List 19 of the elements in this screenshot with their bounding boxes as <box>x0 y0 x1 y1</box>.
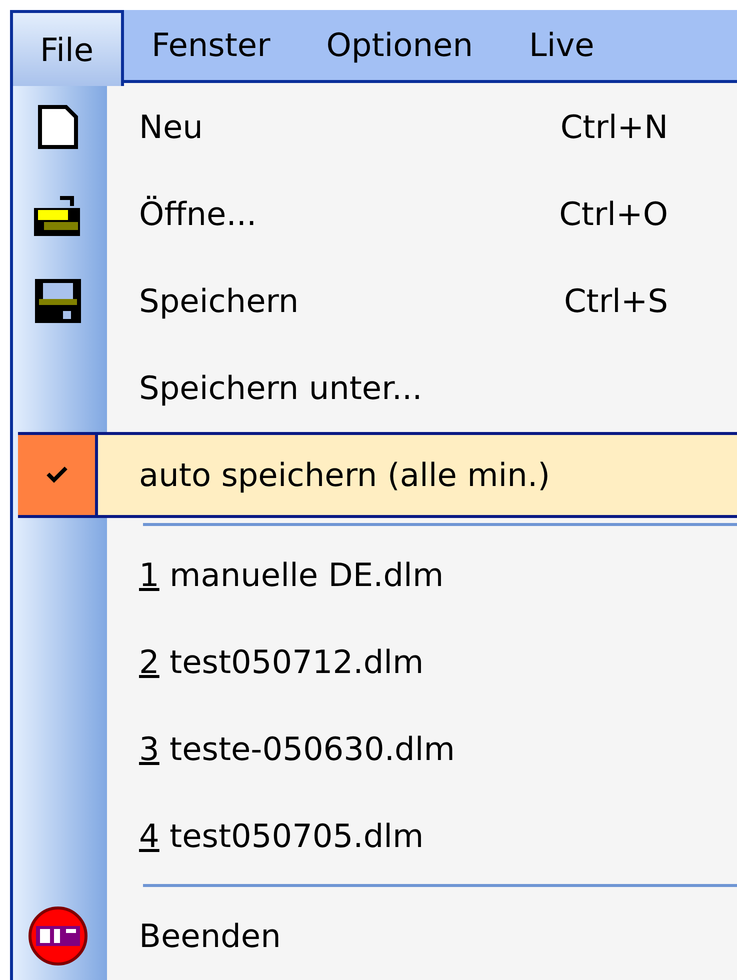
menu-item[interactable]: Öffne... Ctrl+O <box>18 170 737 257</box>
menu-title[interactable]: File <box>10 10 124 86</box>
shortcut-text: Ctrl+O <box>558 194 668 232</box>
shortcut-text: Ctrl+N <box>559 108 668 146</box>
menu-item[interactable]: 3 teste-050630.dlm <box>18 705 737 792</box>
menu-item[interactable]: 1 manuelle DE.dlm <box>18 531 737 618</box>
menu-item[interactable]: Beenden <box>18 892 737 979</box>
menu-item[interactable]: 4 test050705.dlm <box>18 792 737 879</box>
menu-item[interactable]: Speichern Ctrl+S <box>18 257 737 344</box>
menu-title[interactable]: Optionen <box>298 10 501 80</box>
document-icon <box>38 104 78 148</box>
menu-item[interactable]: 2 test050712.dlm <box>18 618 737 705</box>
menu-title[interactable]: Live <box>501 10 622 80</box>
exit-sign-icon <box>28 906 88 966</box>
shortcut-text: Ctrl+S <box>562 282 668 320</box>
menu-title[interactable]: Fenster <box>124 10 298 80</box>
menu-item[interactable]: Speichern unter... <box>18 344 737 431</box>
menu-item[interactable]: auto speichern (alle min.) <box>18 432 737 518</box>
menu-item[interactable]: Neu Ctrl+N <box>18 83 737 170</box>
